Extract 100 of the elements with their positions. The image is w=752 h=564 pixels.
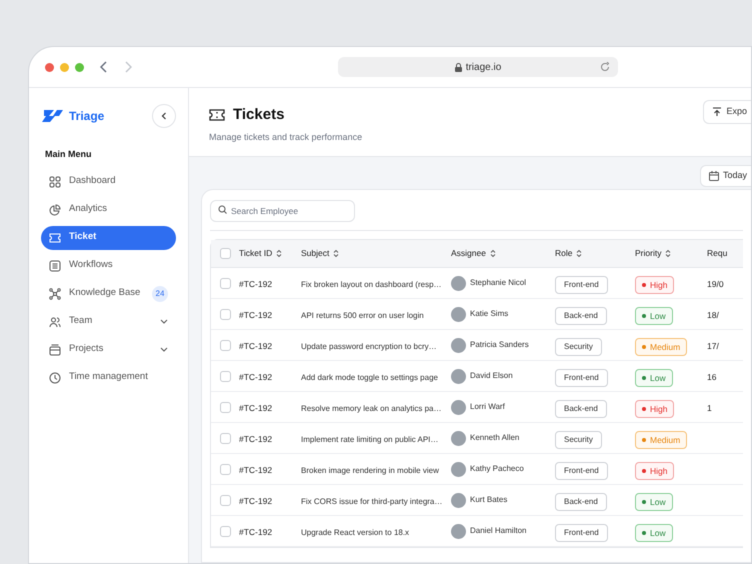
column-header[interactable]: Requ bbox=[707, 247, 728, 260]
address-bar[interactable]: triage.io bbox=[338, 57, 618, 77]
assignee-name: Lorri Warf bbox=[470, 401, 505, 413]
ticket-id: #TC-192 bbox=[239, 279, 272, 289]
date-button[interactable]: Today bbox=[700, 165, 751, 187]
role-tag: Back-end bbox=[555, 307, 607, 325]
ticket-subject: Fix CORS issue for third-party integra… bbox=[301, 497, 442, 506]
assignee-name: Kurt Bates bbox=[470, 494, 508, 506]
avatar bbox=[451, 306, 466, 322]
logo-icon bbox=[41, 108, 65, 124]
avatar bbox=[451, 400, 466, 414]
role-tag: Back-end bbox=[555, 493, 607, 511]
lock-icon bbox=[454, 62, 462, 72]
nav-item[interactable]: Projects bbox=[41, 338, 176, 362]
grid-icon bbox=[49, 176, 61, 188]
page-title: Tickets bbox=[233, 105, 284, 125]
priority-tag: High bbox=[635, 462, 674, 480]
ticket-id: #TC-192 bbox=[239, 496, 272, 506]
collapse-button[interactable] bbox=[152, 104, 176, 128]
column-header[interactable]: Assignee bbox=[451, 247, 486, 260]
ticket-id: #TC-192 bbox=[239, 372, 272, 382]
section-title: Main Menu bbox=[44, 148, 92, 161]
priority-tag: High bbox=[635, 276, 674, 294]
sort-icon[interactable] bbox=[665, 249, 672, 258]
ticket-icon bbox=[209, 109, 225, 122]
people-icon bbox=[49, 316, 61, 328]
nav-item[interactable]: Analytics bbox=[41, 198, 176, 222]
avatar bbox=[451, 492, 466, 508]
avatar bbox=[451, 276, 466, 290]
ticket-subject: Fix broken layout on dashboard (resp… bbox=[301, 280, 442, 289]
calendar-icon bbox=[708, 171, 719, 181]
reload-icon[interactable] bbox=[600, 62, 610, 72]
request-date: 1 bbox=[707, 403, 712, 413]
role-tag: Front-end bbox=[555, 276, 608, 294]
assignee-name: Katie Sims bbox=[470, 308, 508, 320]
column-header[interactable]: Subject bbox=[301, 247, 330, 260]
row-checkbox[interactable] bbox=[220, 340, 230, 350]
priority-tag: Low bbox=[635, 524, 673, 542]
priority-tag: High bbox=[635, 400, 674, 418]
pie-chart-icon bbox=[49, 204, 61, 216]
assignee-name: Kenneth Allen bbox=[470, 432, 520, 444]
nav-item[interactable]: Time management bbox=[41, 366, 176, 390]
sort-icon[interactable] bbox=[333, 249, 340, 258]
sort-icon[interactable] bbox=[576, 249, 582, 258]
row-checkbox[interactable] bbox=[220, 278, 230, 288]
priority-tag: Low bbox=[635, 368, 673, 388]
row-checkbox[interactable] bbox=[220, 526, 230, 536]
role-tag: Security bbox=[555, 431, 602, 449]
nav-item[interactable]: Team bbox=[41, 310, 176, 334]
request-date: 17/ bbox=[707, 341, 719, 351]
priority-tag: Medium bbox=[635, 430, 688, 450]
role-tag: Back-end bbox=[555, 400, 607, 418]
clock-icon bbox=[49, 372, 61, 384]
back-icon[interactable] bbox=[100, 61, 108, 73]
row-checkbox[interactable] bbox=[220, 494, 230, 506]
column-header[interactable]: Role bbox=[555, 247, 572, 260]
ticket-icon bbox=[49, 232, 61, 244]
row-checkbox[interactable] bbox=[220, 402, 230, 412]
ticket-id: #TC-192 bbox=[239, 403, 272, 413]
chevron-down-icon bbox=[160, 347, 168, 352]
ticket-subject: Broken image rendering in mobile view bbox=[301, 466, 439, 475]
role-tag: Front-end bbox=[555, 524, 608, 542]
avatar bbox=[451, 524, 466, 538]
nav-item[interactable]: Knowledge Base 24 bbox=[41, 282, 176, 306]
row-checkbox[interactable] bbox=[220, 308, 230, 320]
assignee-name: Patricia Sanders bbox=[470, 339, 529, 351]
ticket-subject: Update password encryption to bcry… bbox=[301, 342, 437, 351]
assignee-name: Stephanie Nicol bbox=[470, 277, 526, 289]
select-all-checkbox[interactable] bbox=[220, 248, 230, 259]
row-checkbox[interactable] bbox=[220, 370, 230, 382]
ticket-id: #TC-192 bbox=[239, 310, 272, 320]
nav-item[interactable]: Ticket bbox=[41, 226, 176, 250]
sort-icon[interactable] bbox=[490, 249, 496, 258]
assignee-name: David Elson bbox=[470, 370, 513, 382]
row-checkbox[interactable] bbox=[220, 432, 230, 444]
column-header[interactable]: Ticket ID bbox=[239, 247, 272, 260]
assignee-name: Kathy Pacheco bbox=[470, 463, 524, 475]
export-button[interactable]: Expo bbox=[703, 100, 751, 124]
page-subtitle: Manage tickets and track performance bbox=[209, 130, 362, 144]
ticket-subject: API returns 500 error on user login bbox=[301, 311, 424, 320]
forward-icon[interactable] bbox=[124, 61, 132, 73]
search-field[interactable]: Search Employee bbox=[210, 200, 355, 222]
folder-icon bbox=[49, 344, 61, 356]
avatar bbox=[451, 430, 466, 446]
ticket-subject: Upgrade React version to 18.x bbox=[301, 528, 410, 537]
nav-item[interactable]: Workflows bbox=[41, 254, 176, 278]
row-checkbox[interactable] bbox=[220, 464, 230, 474]
request-date: 18/ bbox=[707, 310, 719, 320]
role-tag: Front-end bbox=[555, 369, 608, 387]
list-icon bbox=[49, 260, 61, 272]
priority-tag: Low bbox=[635, 306, 673, 326]
avatar bbox=[451, 462, 466, 476]
chevron-down-icon bbox=[160, 319, 168, 324]
ticket-id: #TC-192 bbox=[239, 465, 272, 475]
nav-item[interactable]: Dashboard bbox=[41, 170, 176, 194]
sort-icon[interactable] bbox=[276, 249, 282, 258]
ticket-subject: Implement rate limiting on public API… bbox=[301, 435, 438, 444]
upload-icon bbox=[712, 107, 722, 117]
priority-tag: Low bbox=[635, 492, 673, 512]
column-header[interactable]: Priority bbox=[635, 247, 662, 260]
